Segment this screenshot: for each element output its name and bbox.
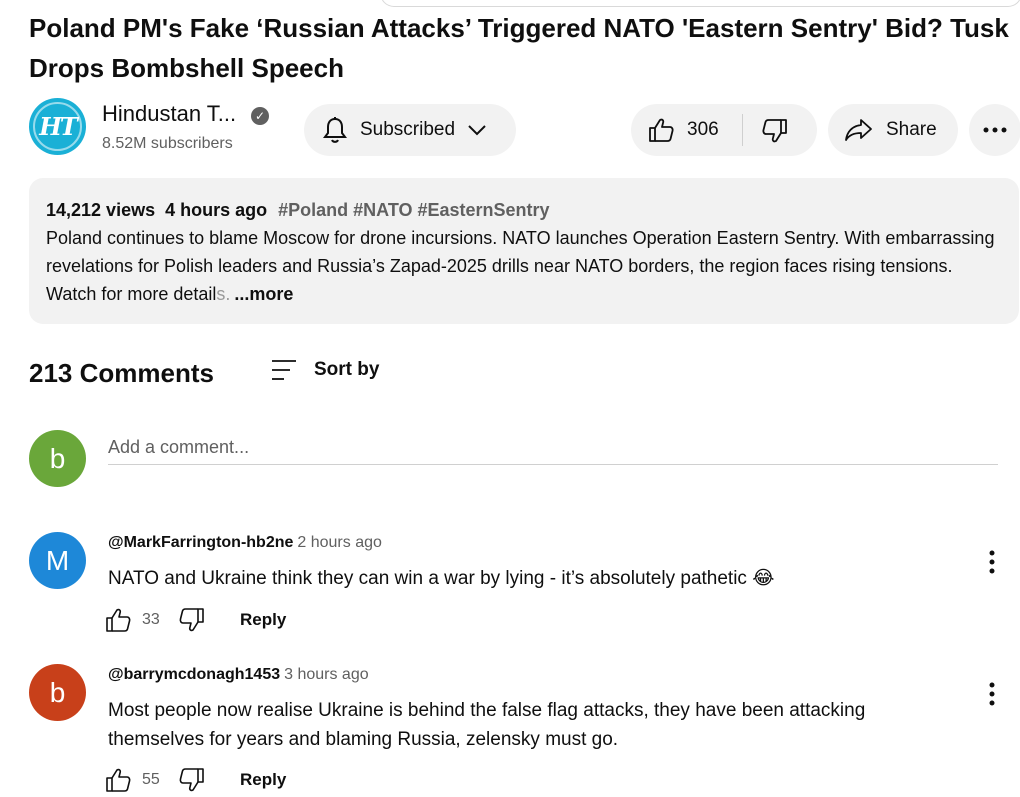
like-separator	[742, 114, 743, 146]
share-arrow-icon	[844, 117, 874, 143]
thumbs-down-icon[interactable]	[178, 606, 206, 634]
comment-author[interactable]: @barrymcdonagh1453	[108, 666, 280, 683]
thumbs-up-icon[interactable]	[104, 606, 132, 634]
comment-actions: 33 Reply	[104, 606, 286, 634]
comment-like-count: 33	[142, 611, 160, 628]
comments-count: 213 Comments	[29, 358, 214, 388]
description-body: Poland continues to blame Moscow for dro…	[46, 228, 995, 304]
description-meta: 14,212 views 4 hours ago #Poland #NATO #…	[46, 196, 1002, 224]
search-bar-edge	[380, 0, 1020, 7]
add-comment-input[interactable]	[108, 430, 998, 465]
thumbs-up-icon[interactable]	[647, 116, 675, 144]
channel-subscriber-count: 8.52M subscribers	[102, 135, 233, 152]
comment-like-count: 55	[142, 771, 160, 788]
sort-by-label: Sort by	[314, 359, 380, 380]
comment-author-line: @MarkFarrington-hb2ne 2 hours ago	[108, 534, 382, 552]
thumbs-down-icon[interactable]	[761, 117, 789, 145]
verified-check-icon: ✓	[251, 107, 269, 125]
hashtags[interactable]: #Poland #NATO #EasternSentry	[278, 200, 549, 220]
more-actions-button[interactable]	[969, 104, 1020, 156]
upload-age: 4 hours ago	[165, 200, 268, 220]
reply-button[interactable]: Reply	[240, 770, 286, 790]
video-title: Poland PM's Fake ‘Russian Attacks’ Trigg…	[29, 13, 1009, 83]
share-button[interactable]: Share	[828, 104, 958, 156]
thumbs-down-icon[interactable]	[178, 766, 206, 794]
like-dislike-group: 306	[631, 104, 817, 156]
comment-avatar[interactable]: b	[29, 664, 86, 721]
more-horizontal-icon	[983, 127, 1007, 133]
comment-author-line: @barrymcdonagh1453 3 hours ago	[108, 666, 369, 684]
share-label: Share	[886, 119, 937, 140]
current-user-avatar: b	[29, 430, 86, 487]
comment-text: NATO and Ukraine think they can win a wa…	[108, 568, 775, 589]
channel-avatar[interactable]: HT	[29, 98, 86, 155]
comment-time[interactable]: 2 hours ago	[297, 534, 382, 551]
description-fade: s.	[216, 284, 231, 304]
show-more-link[interactable]: ...more	[234, 284, 293, 304]
comment-author[interactable]: @MarkFarrington-hb2ne	[108, 534, 293, 551]
view-count: 14,212 views	[46, 200, 156, 220]
chevron-down-icon	[467, 124, 487, 136]
sort-by-button[interactable]: Sort by	[270, 358, 379, 382]
reply-button[interactable]: Reply	[240, 610, 286, 630]
more-vertical-icon[interactable]	[982, 548, 1002, 576]
subscribed-label: Subscribed	[360, 119, 456, 140]
like-count: 306	[687, 119, 719, 140]
more-vertical-icon[interactable]	[982, 680, 1002, 708]
description-text: Poland continues to blame Moscow for dro…	[46, 224, 1002, 308]
comment-actions: 55 Reply	[104, 766, 286, 794]
subscribed-button[interactable]: Subscribed	[304, 104, 516, 156]
comment-time[interactable]: 3 hours ago	[284, 666, 369, 683]
thumbs-up-icon[interactable]	[104, 766, 132, 794]
sort-lines-icon	[270, 358, 298, 382]
comment-avatar[interactable]: M	[29, 532, 86, 589]
comment-text: Most people now realise Ukraine is behin…	[108, 700, 866, 750]
bell-icon	[322, 116, 348, 144]
channel-name[interactable]: Hindustan T...	[102, 101, 236, 127]
description-box[interactable]: 14,212 views 4 hours ago #Poland #NATO #…	[29, 178, 1019, 324]
